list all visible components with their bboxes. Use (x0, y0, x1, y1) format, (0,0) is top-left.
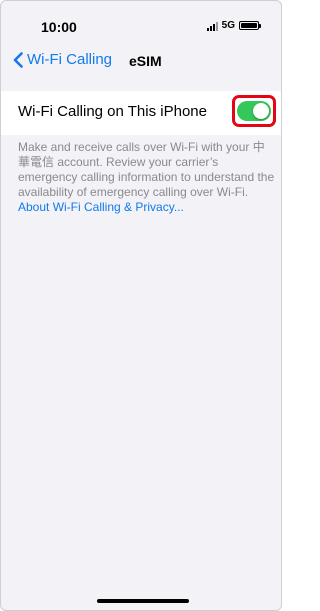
back-button-label: Wi-Fi Calling (27, 51, 113, 68)
network-type: 5G (221, 20, 235, 31)
back-button[interactable]: Wi-Fi Calling (13, 51, 112, 68)
page-title: eSIM (129, 53, 162, 69)
description-text: Make and receive calls over Wi-Fi with y… (18, 140, 275, 199)
status-indicators: 5G (206, 20, 261, 31)
toggle-highlight-box (232, 95, 276, 127)
wifi-calling-toggle[interactable] (237, 101, 271, 121)
phone-screen: 10:00 5G Wi-Fi Calling eSIM Wi-Fi Callin… (0, 0, 282, 611)
wifi-calling-description: Make and receive calls over Wi-Fi with y… (18, 140, 276, 215)
wifi-calling-setting-row: Wi-Fi Calling on This iPhone (1, 91, 281, 135)
home-indicator[interactable] (97, 599, 189, 603)
chevron-left-icon (13, 51, 23, 68)
cellular-signal-icon (206, 21, 218, 31)
toggle-knob (253, 103, 269, 119)
battery-icon (239, 21, 261, 30)
status-time: 10:00 (41, 19, 77, 35)
status-bar: 10:00 5G (1, 1, 281, 53)
navigation-bar: Wi-Fi Calling eSIM (1, 49, 281, 75)
wifi-calling-label: Wi-Fi Calling on This iPhone (18, 103, 207, 120)
about-wifi-calling-privacy-link[interactable]: About Wi-Fi Calling & Privacy... (18, 200, 184, 214)
